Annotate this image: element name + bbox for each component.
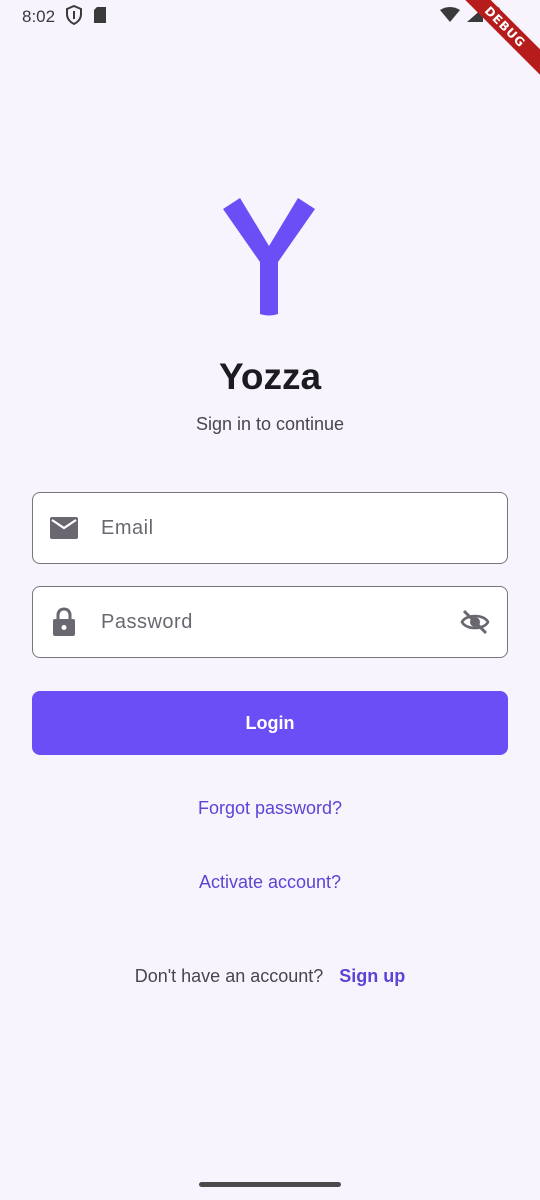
- sd-card-icon: [93, 6, 107, 29]
- password-input[interactable]: [101, 587, 459, 657]
- email-icon: [50, 514, 78, 542]
- shield-icon: [65, 4, 83, 30]
- signup-prompt: Don't have an account?: [134, 966, 324, 986]
- signup-link[interactable]: Sign up: [339, 966, 405, 987]
- email-field[interactable]: [32, 492, 508, 564]
- lock-icon: [50, 607, 78, 636]
- status-time: 8:02: [22, 7, 56, 26]
- app-title: Yozza: [218, 356, 322, 397]
- activate-account-link[interactable]: Activate account?: [0, 872, 540, 893]
- status-left: 8:02: [22, 4, 107, 30]
- forgot-password-link[interactable]: Forgot password?: [0, 798, 540, 819]
- home-indicator[interactable]: [199, 1182, 341, 1187]
- login-button[interactable]: Login: [32, 691, 508, 755]
- debug-banner: DEBUG: [450, 0, 540, 90]
- y-logo-icon: [220, 196, 318, 318]
- signup-row: Don't have an account? Sign up: [0, 966, 540, 987]
- visibility-off-icon[interactable]: [459, 606, 491, 638]
- app-subtitle: Sign in to continue: [195, 414, 345, 434]
- password-field[interactable]: [32, 586, 508, 658]
- debug-banner-label: DEBUG: [452, 0, 540, 80]
- email-input[interactable]: [101, 493, 507, 563]
